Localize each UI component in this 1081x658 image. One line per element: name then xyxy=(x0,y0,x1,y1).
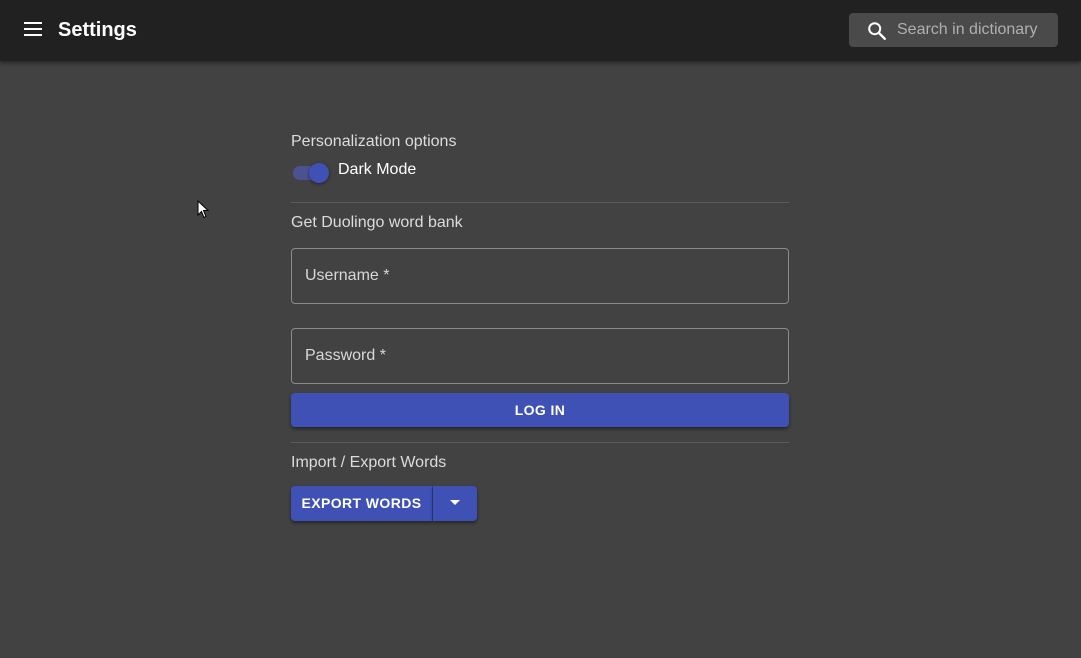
export-words-button[interactable]: EXPORT WORDS xyxy=(291,486,432,521)
arrow-drop-down-icon xyxy=(450,500,460,505)
search-box[interactable] xyxy=(849,13,1058,47)
dark-mode-label: Dark Mode xyxy=(338,161,417,178)
search-icon xyxy=(868,22,886,40)
mouse-cursor-icon xyxy=(197,200,209,219)
hamburger-menu-icon xyxy=(24,22,42,36)
login-button[interactable]: LOG IN xyxy=(291,393,789,427)
menu-button[interactable] xyxy=(14,14,54,47)
personalization-section-title: Personalization options xyxy=(291,133,457,150)
section-divider xyxy=(291,202,789,203)
dark-mode-row: Dark Mode xyxy=(291,158,491,183)
page-title: Settings xyxy=(58,19,137,41)
search-input[interactable] xyxy=(897,13,1053,47)
dark-mode-switch[interactable] xyxy=(291,161,329,183)
duolingo-section-title: Get Duolingo word bank xyxy=(291,214,463,231)
export-options-dropdown-button[interactable] xyxy=(433,486,477,521)
username-label: Username * xyxy=(305,267,390,284)
password-field[interactable]: Password * xyxy=(291,328,789,384)
username-field[interactable]: Username * xyxy=(291,248,789,304)
section-divider xyxy=(291,442,789,443)
export-button-group: EXPORT WORDS xyxy=(291,486,477,521)
switch-thumb xyxy=(309,163,329,183)
import-export-section-title: Import / Export Words xyxy=(291,454,447,471)
password-label: Password * xyxy=(305,347,386,364)
app-bar: Settings xyxy=(0,0,1081,61)
